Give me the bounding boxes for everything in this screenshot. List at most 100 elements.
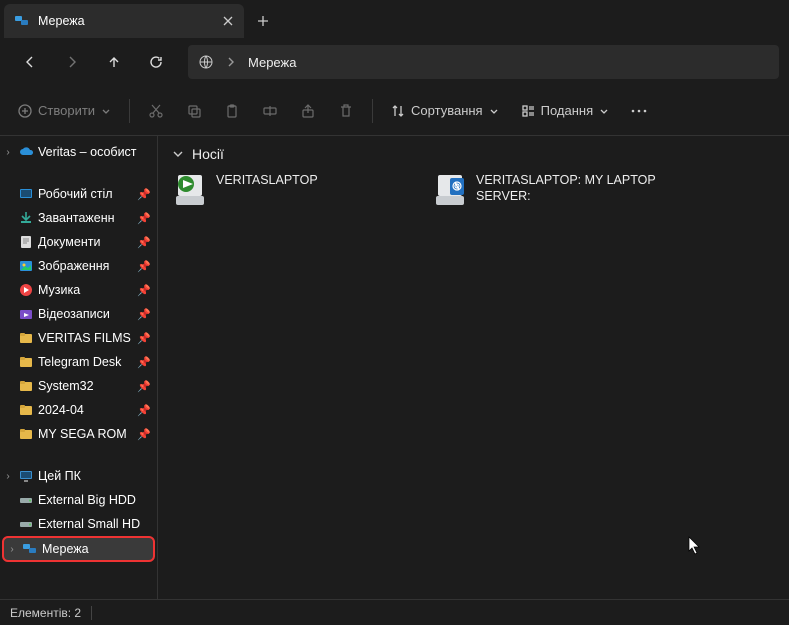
folder-icon [18, 354, 34, 370]
sidebar-item-label: External Big HDD [38, 493, 157, 507]
sidebar-item-label: Робочий стіл [38, 187, 133, 201]
forward-button[interactable] [52, 44, 92, 80]
pin-icon: 📌 [137, 260, 151, 273]
sidebar-drive[interactable]: External Big HDD [0, 488, 157, 512]
host-item[interactable]: VERITASLAPTOP: MY LAPTOP SERVER: [432, 172, 672, 208]
sidebar-item-label: Veritas – особист [38, 145, 157, 159]
host-label: VERITASLAPTOP [216, 172, 318, 188]
chevron-right-icon: › [2, 147, 14, 158]
section-header[interactable]: Носії [172, 146, 775, 162]
media-server-icon [172, 172, 208, 208]
paste-button[interactable] [214, 93, 250, 129]
delete-button[interactable] [328, 93, 364, 129]
sidebar-pinned-item[interactable]: MY SEGA ROM 📌 [0, 422, 157, 446]
folder-icon [18, 306, 34, 322]
sidebar-pinned-item[interactable]: System32 📌 [0, 374, 157, 398]
sidebar-pinned-item[interactable]: Документи 📌 [0, 230, 157, 254]
create-button[interactable]: Створити [8, 93, 121, 129]
sidebar-item-label: Telegram Desk [38, 355, 133, 369]
chevron-right-icon: › [2, 471, 14, 482]
refresh-button[interactable] [136, 44, 176, 80]
chevron-down-icon [172, 148, 184, 160]
chevron-right-icon: › [6, 544, 18, 555]
share-button[interactable] [290, 93, 326, 129]
more-button[interactable] [621, 93, 657, 129]
toolbar: Створити Сортування Подання [0, 86, 789, 136]
up-button[interactable] [94, 44, 134, 80]
sidebar-pinned-item[interactable]: 2024-04 📌 [0, 398, 157, 422]
media-server-icon [432, 172, 468, 208]
pin-icon: 📌 [137, 356, 151, 369]
back-button[interactable] [10, 44, 50, 80]
network-icon [22, 541, 38, 557]
sidebar-item-label: System32 [38, 379, 133, 393]
copy-button[interactable] [176, 93, 212, 129]
pin-icon: 📌 [137, 380, 151, 393]
pin-icon: 📌 [137, 284, 151, 297]
sort-label: Сортування [411, 103, 483, 118]
tab-bar: Мережа [0, 0, 789, 38]
address-box[interactable]: Мережа [188, 45, 779, 79]
globe-icon [198, 54, 214, 70]
sidebar-item-label: VERITAS FILMS [38, 331, 133, 345]
pin-icon: 📌 [137, 188, 151, 201]
monitor-icon [18, 468, 34, 484]
sidebar-this-pc[interactable]: › Цей ПК [0, 464, 157, 488]
folder-icon [18, 282, 34, 298]
folder-icon [18, 378, 34, 394]
sidebar-pinned-item[interactable]: Відеозаписи 📌 [0, 302, 157, 326]
main-pane: Носії VERITASLAPTOP VERITASLAPTOP: MY LA… [158, 136, 789, 599]
pin-icon: 📌 [137, 404, 151, 417]
breadcrumb[interactable]: Мережа [248, 55, 296, 70]
pin-icon: 📌 [137, 212, 151, 225]
view-button[interactable]: Подання [511, 93, 620, 129]
sidebar-item-label: Музика [38, 283, 133, 297]
pin-icon: 📌 [137, 428, 151, 441]
host-item[interactable]: VERITASLAPTOP [172, 172, 412, 208]
sidebar-item-label: Документи [38, 235, 133, 249]
host-label: VERITASLAPTOP: MY LAPTOP SERVER: [476, 172, 672, 205]
sidebar-network[interactable]: › Мережа [2, 536, 155, 562]
folder-icon [18, 234, 34, 250]
folder-icon [18, 426, 34, 442]
chevron-right-icon [226, 57, 236, 67]
addr-bar: Мережа [0, 38, 789, 86]
pin-icon: 📌 [137, 308, 151, 321]
cut-button[interactable] [138, 93, 174, 129]
close-icon[interactable] [222, 15, 234, 27]
sidebar-item-label: Мережа [42, 542, 153, 556]
create-label: Створити [38, 103, 95, 118]
sidebar-item-label: Цей ПК [38, 469, 157, 483]
view-label: Подання [541, 103, 594, 118]
sidebar-drive[interactable]: External Small HD [0, 512, 157, 536]
sidebar-item-label: Зображення [38, 259, 133, 273]
sort-button[interactable]: Сортування [381, 93, 509, 129]
rename-button[interactable] [252, 93, 288, 129]
sidebar-onedrive[interactable]: › Veritas – особист [0, 140, 157, 164]
folder-icon [18, 330, 34, 346]
folder-icon [18, 402, 34, 418]
sidebar: › Veritas – особист Робочий стіл📌Заванта… [0, 136, 158, 599]
new-tab-button[interactable] [244, 4, 282, 38]
drive-icon [18, 516, 34, 532]
cloud-icon [18, 144, 34, 160]
status-count: Елементів: 2 [10, 606, 81, 620]
tab-network[interactable]: Мережа [4, 4, 244, 38]
sidebar-item-label: 2024-04 [38, 403, 133, 417]
tab-title: Мережа [38, 14, 85, 28]
section-title: Носії [192, 146, 224, 162]
sidebar-pinned-item[interactable]: Зображення 📌 [0, 254, 157, 278]
sidebar-item-label: Завантаженн [38, 211, 133, 225]
sidebar-pinned-item[interactable]: Музика 📌 [0, 278, 157, 302]
sidebar-pinned-item[interactable]: VERITAS FILMS📌 [0, 326, 157, 350]
sidebar-pinned-item[interactable]: Завантаженн 📌 [0, 206, 157, 230]
folder-icon [18, 210, 34, 226]
sidebar-pinned-item[interactable]: Робочий стіл 📌 [0, 182, 157, 206]
sidebar-pinned-item[interactable]: Telegram Desk 📌 [0, 350, 157, 374]
sidebar-item-label: External Small HD [38, 517, 157, 531]
sidebar-item-label: MY SEGA ROM [38, 427, 133, 441]
pin-icon: 📌 [137, 236, 151, 249]
sidebar-item-label: Відеозаписи [38, 307, 133, 321]
folder-icon [18, 258, 34, 274]
network-icon [14, 13, 30, 29]
